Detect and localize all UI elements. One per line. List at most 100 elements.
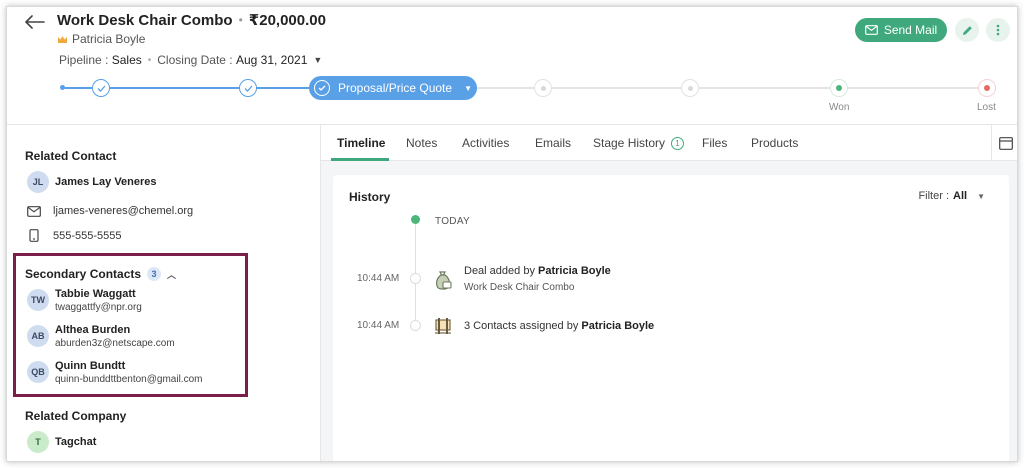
- filter-label: Filter :: [918, 190, 950, 202]
- tab-timeline[interactable]: Timeline: [337, 136, 385, 150]
- secondary-contact-name[interactable]: Althea Burden: [55, 324, 130, 336]
- tab-label: Activities: [462, 136, 510, 150]
- tab-activities[interactable]: Activities: [462, 136, 509, 150]
- event-time: 10:44 AM: [357, 320, 400, 331]
- more-vertical-icon: [996, 24, 1000, 36]
- deal-main: Timeline Notes Activities Emails Stage H…: [321, 125, 1017, 461]
- company-name[interactable]: Tagchat: [55, 436, 96, 448]
- check-icon: [97, 85, 105, 92]
- deal-title: Work Desk Chair Combo • ₹20,000.00: [57, 11, 326, 30]
- caret-down-icon[interactable]: ▼: [313, 55, 322, 65]
- mobile-phone-icon: [29, 229, 39, 242]
- back-button[interactable]: [23, 11, 47, 33]
- event-text: 3 Contacts assigned by Patricia Boyle: [464, 320, 654, 332]
- tab-label: Products: [751, 136, 799, 150]
- tab-label: Stage History: [593, 136, 666, 150]
- stage-upcoming-1[interactable]: [534, 79, 552, 97]
- deal-detail-window: Work Desk Chair Combo • ₹20,000.00 Patri…: [6, 6, 1018, 462]
- today-marker: [411, 215, 420, 224]
- contact-phone[interactable]: 555-555-5555: [53, 230, 122, 242]
- deal-header: Work Desk Chair Combo • ₹20,000.00 Patri…: [7, 7, 1017, 125]
- stage-won[interactable]: [830, 79, 848, 97]
- event-actor[interactable]: Patricia Boyle: [538, 265, 611, 277]
- won-label: Won: [829, 102, 850, 113]
- history-filter[interactable]: Filter : All ▼: [918, 190, 985, 202]
- stage-lost[interactable]: [978, 79, 996, 97]
- stage-history-badge: 1: [671, 136, 685, 150]
- pipeline-value: Sales: [111, 53, 142, 67]
- related-contact-title: Related Contact: [25, 149, 117, 163]
- caret-down-icon: ▼: [464, 83, 472, 93]
- send-mail-button[interactable]: Send Mail: [855, 18, 947, 42]
- filter-value: All: [953, 190, 968, 202]
- event-action: 3 Contacts assigned by: [464, 320, 579, 332]
- check-icon: [244, 85, 252, 92]
- current-stage-label: Proposal/Price Quote: [338, 81, 453, 95]
- related-company-title: Related Company: [25, 409, 127, 423]
- mail-icon: [864, 25, 878, 35]
- tab-bar: Timeline Notes Activities Emails Stage H…: [321, 125, 1017, 161]
- secondary-contact-email[interactable]: quinn-bunddttbenton@gmail.com: [55, 374, 202, 385]
- tab-label: Emails: [535, 136, 572, 150]
- event-action: Deal added by: [464, 265, 535, 277]
- event-actor[interactable]: Patricia Boyle: [581, 320, 654, 332]
- active-tab-indicator: [331, 158, 389, 161]
- tab-notes[interactable]: Notes: [406, 136, 437, 150]
- tab-label: Files: [702, 136, 728, 150]
- send-mail-label: Send Mail: [883, 23, 938, 37]
- tab-label: Timeline: [337, 136, 386, 150]
- money-bag-icon: [433, 270, 453, 290]
- check-circle-icon: [314, 80, 330, 96]
- caret-down-icon: ▼: [977, 191, 985, 201]
- more-options-button[interactable]: [986, 18, 1010, 42]
- pipeline-remaining-line: [477, 87, 987, 89]
- event-time: 10:44 AM: [357, 273, 400, 284]
- deal-sidebar: Related Contact JL James Lay Veneres lja…: [7, 125, 321, 461]
- contact-email-row: ljames-veneres@chemel.org: [27, 205, 193, 217]
- stage-upcoming-2[interactable]: [681, 79, 699, 97]
- event-marker: [410, 273, 421, 284]
- tab-files[interactable]: Files: [702, 136, 727, 150]
- contact-email[interactable]: ljames-veneres@chemel.org: [53, 205, 193, 217]
- secondary-contact-email[interactable]: aburden3z@netscape.com: [55, 338, 175, 349]
- pipeline-start-dot: [60, 85, 65, 90]
- pipeline-stages: Proposal/Price Quote ▼ Won Lost: [7, 73, 1017, 121]
- secondary-count-badge: 3: [147, 267, 162, 281]
- secondary-contacts-title: Secondary Contacts: [25, 267, 142, 281]
- avatar: TW: [27, 289, 49, 311]
- contacts-board-icon: [433, 316, 453, 336]
- title-separator: •: [238, 13, 243, 27]
- avatar: JL: [27, 171, 49, 193]
- secondary-contact-name[interactable]: Tabbie Waggatt: [55, 288, 136, 300]
- closing-date-value[interactable]: Aug 31, 2021: [236, 53, 307, 67]
- secondary-contact-email[interactable]: twaggattfy@npr.org: [55, 302, 142, 313]
- history-title: History: [349, 190, 391, 204]
- secondary-contact-name[interactable]: Quinn Bundtt: [55, 360, 125, 372]
- arrow-left-icon: [25, 15, 45, 29]
- more-tabs-button[interactable]: [991, 125, 1017, 161]
- tab-emails[interactable]: Emails: [535, 136, 571, 150]
- deal-owner: Patricia Boyle: [57, 32, 145, 46]
- stage-completed-1[interactable]: [92, 79, 110, 97]
- avatar: T: [27, 431, 49, 453]
- event-marker: [410, 320, 421, 331]
- closing-date-label: Closing Date :: [157, 53, 233, 67]
- avatar: QB: [27, 361, 49, 383]
- stage-completed-2[interactable]: [239, 79, 257, 97]
- current-stage-button[interactable]: Proposal/Price Quote ▼: [309, 76, 477, 100]
- owner-name: Patricia Boyle: [72, 32, 146, 46]
- secondary-contacts-header[interactable]: Secondary Contacts 3 ︿: [25, 267, 176, 281]
- deal-meta: Pipeline : Sales • Closing Date : Aug 31…: [59, 53, 322, 67]
- tab-stage-history[interactable]: Stage History 1: [593, 136, 685, 150]
- edit-button[interactable]: [955, 18, 979, 42]
- meta-separator: •: [147, 54, 152, 66]
- tab-products[interactable]: Products: [751, 136, 798, 150]
- lost-label: Lost: [977, 102, 996, 113]
- crown-icon: [58, 35, 67, 43]
- event-subtext: Work Desk Chair Combo: [464, 282, 575, 293]
- panel-icon: [998, 136, 1013, 150]
- mail-icon: [27, 205, 41, 217]
- chevron-up-icon[interactable]: ︿: [167, 268, 176, 281]
- pipeline-label: Pipeline :: [59, 53, 109, 67]
- primary-contact-name[interactable]: James Lay Veneres: [55, 176, 157, 188]
